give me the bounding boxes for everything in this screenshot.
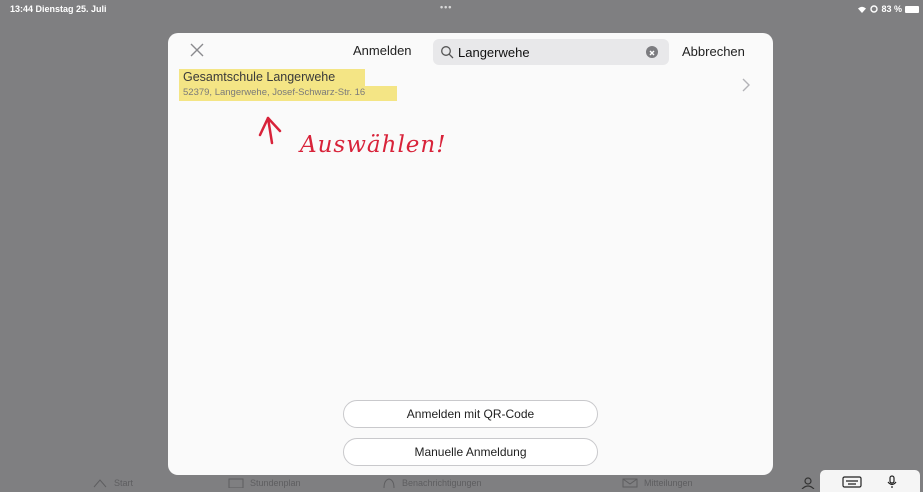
search-field[interactable] (433, 39, 669, 65)
multitasking-dots-icon[interactable]: ••• (440, 2, 452, 12)
status-indicators: 83 % (857, 4, 919, 14)
wifi-icon (858, 6, 867, 13)
orientation-lock-icon (870, 5, 879, 13)
tab-stundenplan[interactable]: Stundenplan (228, 478, 301, 488)
status-bar: 13:44 Dienstag 25. Juli ••• 83 % (0, 0, 923, 18)
close-icon[interactable] (188, 41, 206, 59)
tab-benachrichtigungen-label: Benachrichtigungen (402, 478, 482, 488)
manual-login-button[interactable]: Manuelle Anmeldung (343, 438, 598, 466)
dictation-microphone-icon[interactable] (886, 475, 898, 489)
result-list-item[interactable]: Gesamtschule Langerwehe 52379, Langerweh… (168, 65, 773, 105)
clear-search-icon[interactable] (646, 46, 658, 58)
tab-start-label: Start (114, 478, 134, 488)
keyboard-icon[interactable] (842, 476, 864, 488)
login-search-dialog: Anmelden Abbrechen Gesamtschule Langerwe… (168, 33, 773, 475)
search-icon (441, 46, 454, 59)
tab-mitteilungen-label: Mitteilungen (644, 478, 693, 488)
status-time-date: 13:44 Dienstag 25. Juli (10, 4, 107, 14)
battery-percentage: 83 % (881, 4, 902, 14)
bell-icon (383, 478, 395, 488)
handwritten-annotation-text: Auswählen! (300, 132, 447, 158)
search-input[interactable] (458, 44, 628, 60)
battery-icon (905, 5, 919, 13)
tab-bar: Start Stundenplan Benachrichtigungen Mit… (0, 474, 923, 490)
tab-start[interactable]: Start (92, 478, 133, 488)
tab-mitteilungen[interactable]: Mitteilungen (622, 478, 693, 488)
result-address: 52379, Langerwehe, Josef-Schwarz-Str. 16 (183, 87, 366, 98)
cancel-button[interactable]: Abbrechen (682, 44, 745, 59)
result-school-name: Gesamtschule Langerwehe (183, 70, 336, 84)
profile-icon[interactable] (801, 477, 815, 489)
dialog-title: Anmelden (353, 43, 412, 58)
tab-benachrichtigungen[interactable]: Benachrichtigungen (382, 478, 482, 488)
qr-code-login-button[interactable]: Anmelden mit QR-Code (343, 400, 598, 428)
home-icon (93, 479, 107, 488)
tab-stundenplan-label: Stundenplan (250, 478, 301, 488)
calendar-icon (228, 478, 244, 488)
chevron-right-icon (742, 78, 750, 92)
mail-icon (622, 478, 638, 488)
keyboard-shortcut-bar (820, 470, 920, 492)
